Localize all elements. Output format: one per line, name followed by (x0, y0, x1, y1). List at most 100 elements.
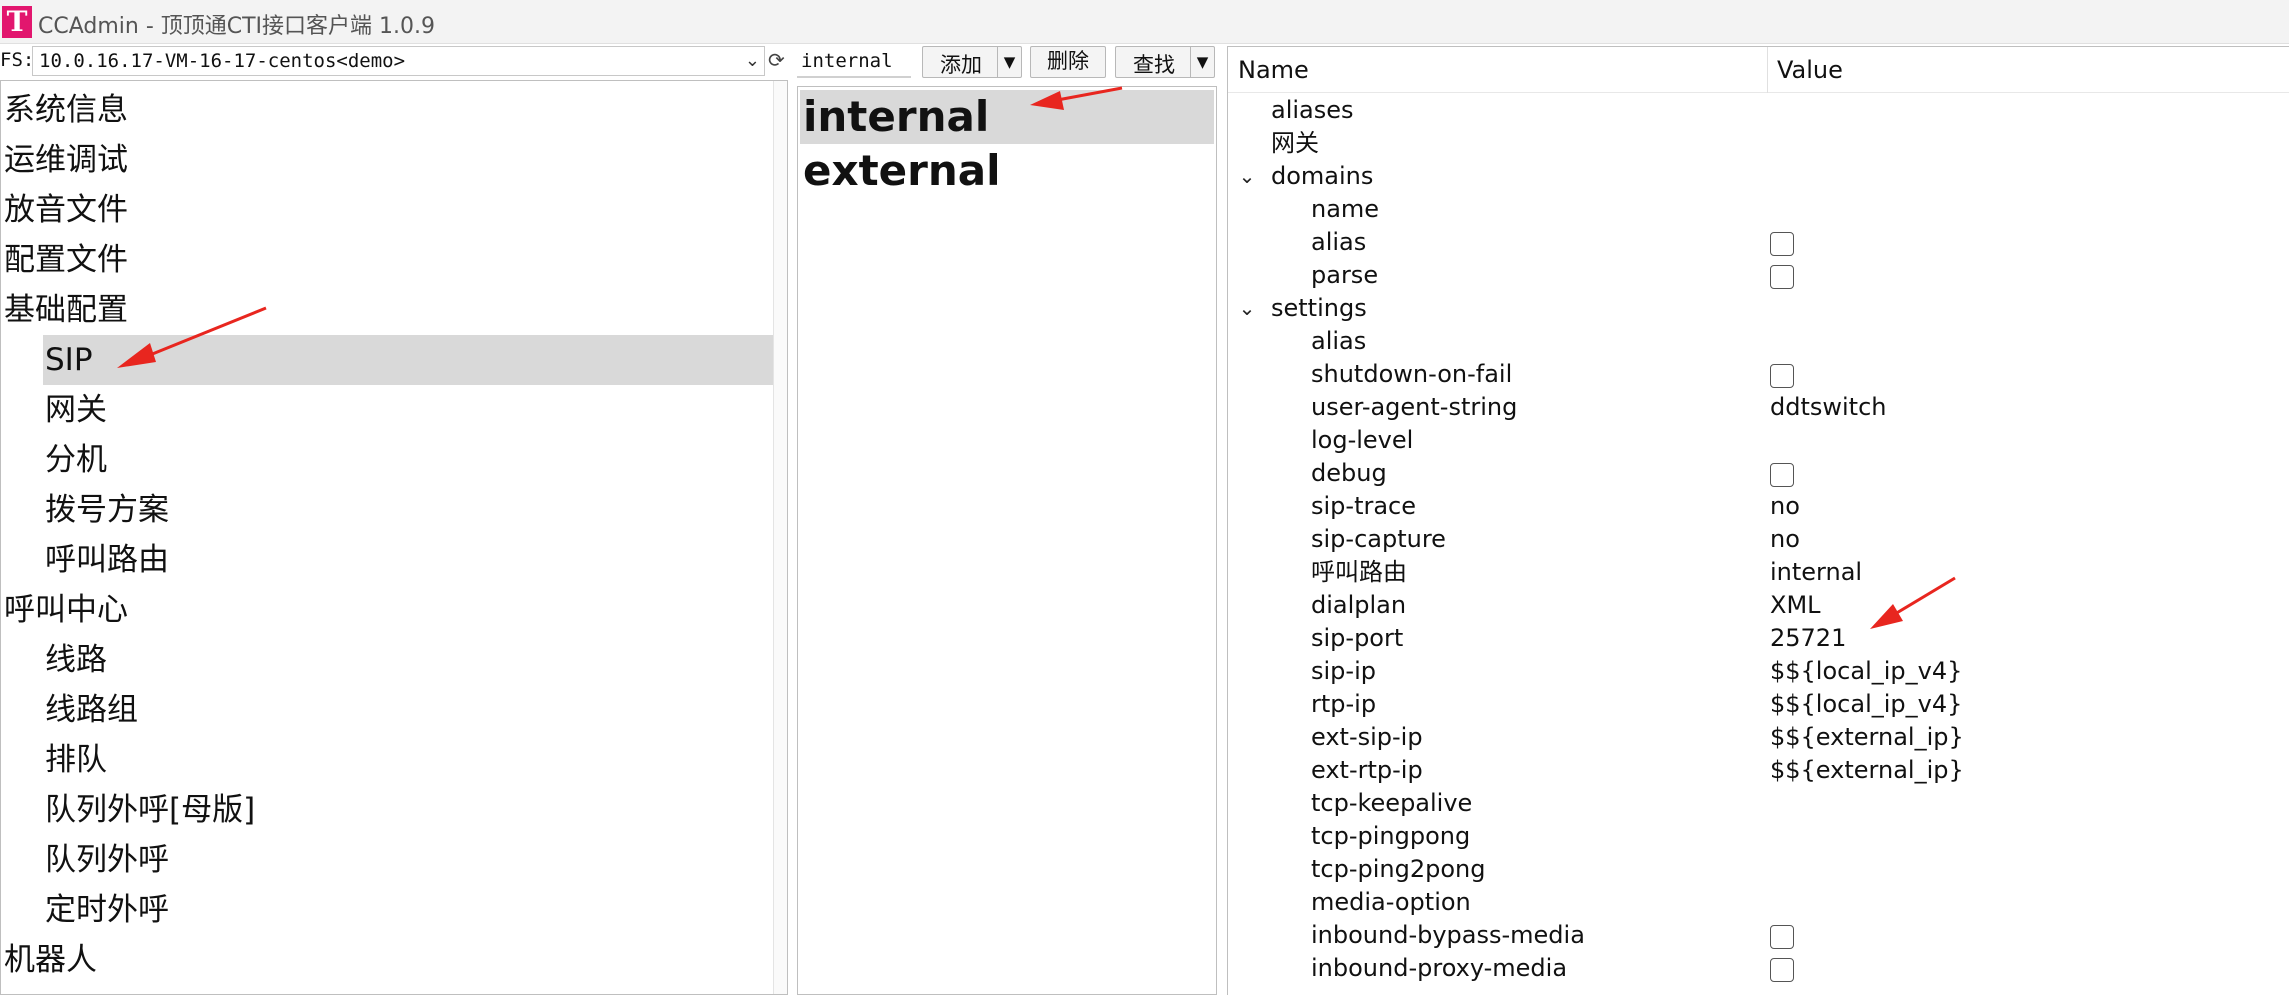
property-name: inbound-proxy-media (1311, 954, 1568, 982)
property-name: log-level (1311, 426, 1414, 454)
tree-item[interactable]: 线路组 (43, 685, 773, 735)
add-button[interactable]: 添加 ▼ (922, 46, 1022, 78)
property-value[interactable]: XML (1770, 589, 1821, 622)
property-grid: Name Value aliases 网关 ⌄ domains name alias par… (1227, 46, 2289, 995)
property-row[interactable]: debug (1228, 457, 2289, 490)
property-checkbox[interactable] (1770, 265, 1794, 289)
property-row[interactable]: tcp-keepalive (1228, 787, 2289, 820)
tree-item[interactable]: 放音文件 (4, 185, 128, 235)
tree-item[interactable]: 排队 (43, 735, 773, 785)
nav-tree: 系统信息 运维调试 放音文件 配置文件 基础配置 SIP 网关 分机 拨号方案 呼叫路由 呼叫中心线… (0, 80, 788, 995)
property-value[interactable]: ddtswitch (1770, 391, 1887, 424)
property-checkbox[interactable] (1770, 364, 1794, 388)
property-checkbox[interactable] (1770, 958, 1794, 982)
property-row[interactable]: alias (1228, 325, 2289, 358)
property-name: shutdown-on-fail (1311, 360, 1513, 388)
property-row[interactable]: sip-trace no (1228, 490, 2289, 523)
find-dropdown-icon[interactable]: ▼ (1190, 47, 1214, 77)
property-row[interactable]: 网关 (1228, 127, 2289, 160)
server-select[interactable]: 10.0.16.17-VM-16-17-centos<demo> ⌄ (32, 46, 765, 76)
property-name: aliases (1271, 96, 1354, 124)
property-row[interactable]: ⌄ settings (1228, 292, 2289, 325)
tree-item[interactable]: 运维调试 (4, 135, 128, 185)
property-row[interactable]: aliases (1228, 94, 2289, 127)
chevron-down-icon[interactable]: ⌄ (1236, 160, 1258, 193)
property-row[interactable]: inbound-proxy-media (1228, 952, 2289, 985)
add-dropdown-icon[interactable]: ▼ (997, 47, 1021, 77)
server-select-value: 10.0.16.17-VM-16-17-centos<demo> (39, 50, 406, 72)
value-column-header[interactable]: Value (1767, 47, 1843, 93)
tree-item[interactable]: 分机 (43, 435, 773, 485)
tree-item[interactable]: 队列外呼 (43, 835, 773, 885)
property-value[interactable]: 25721 (1770, 622, 1846, 655)
property-row[interactable]: shutdown-on-fail (1228, 358, 2289, 391)
app-logo-icon: T (2, 6, 32, 38)
property-name: media-option (1311, 888, 1471, 916)
property-row[interactable]: tcp-ping2pong (1228, 853, 2289, 886)
tree-item[interactable]: 配置文件 (4, 235, 128, 285)
refresh-icon[interactable]: ⟳ (768, 48, 785, 72)
delete-button[interactable]: 删除 (1030, 46, 1106, 78)
property-value[interactable]: $${local_ip_v4} (1770, 688, 1962, 721)
property-checkbox[interactable] (1770, 232, 1794, 256)
tree-item[interactable]: 基础配置 (4, 285, 128, 335)
profile-item[interactable]: external (800, 144, 1214, 198)
tree-item[interactable]: 网关 (43, 385, 773, 435)
property-name: ext-sip-ip (1311, 723, 1423, 751)
property-checkbox[interactable] (1770, 925, 1794, 949)
property-row[interactable]: ext-rtp-ip $${external_ip} (1228, 754, 2289, 787)
title-bar: T CCAdmin - 顶顶通CTI接口客户端 1.0.9 (0, 0, 2289, 44)
tree-item[interactable]: 拨号方案 (43, 485, 773, 535)
property-row[interactable]: rtp-ip $${local_ip_v4} (1228, 688, 2289, 721)
tree-item[interactable]: 系统信息 (4, 85, 128, 135)
property-row[interactable]: alias (1228, 226, 2289, 259)
property-name: tcp-ping2pong (1311, 855, 1486, 883)
property-row[interactable]: dialplan XML (1228, 589, 2289, 622)
tree-item[interactable]: 线路 (43, 635, 773, 685)
property-row[interactable]: media-option (1228, 886, 2289, 919)
property-name: name (1311, 195, 1380, 223)
property-row[interactable]: sip-capture no (1228, 523, 2289, 556)
property-value[interactable]: no (1770, 490, 1800, 523)
property-row[interactable]: inbound-bypass-media (1228, 919, 2289, 952)
property-row[interactable]: ⌄ domains (1228, 160, 2289, 193)
chevron-down-icon: ⌄ (744, 50, 760, 71)
property-value[interactable]: $${external_ip} (1770, 754, 1964, 787)
tree-item[interactable]: 队列外呼[母版] (43, 785, 773, 835)
property-value[interactable]: $${external_ip} (1770, 721, 1964, 754)
property-value[interactable]: $${local_ip_v4} (1770, 655, 1962, 688)
tree-item[interactable]: SIP (43, 335, 773, 385)
profile-list: internal external (797, 86, 1217, 995)
property-name: alias (1311, 327, 1367, 355)
property-name: settings (1271, 294, 1367, 322)
property-row[interactable]: parse (1228, 259, 2289, 292)
property-name: domains (1271, 162, 1374, 190)
property-name: debug (1311, 459, 1387, 487)
property-row[interactable]: 呼叫路由 internal (1228, 556, 2289, 589)
tree-item[interactable]: 定时外呼 (43, 885, 773, 935)
property-name: tcp-pingpong (1311, 822, 1471, 850)
property-row[interactable]: log-level (1228, 424, 2289, 457)
tree-item[interactable]: 呼叫路由 (43, 535, 773, 585)
profile-search-input[interactable] (797, 46, 911, 78)
find-button[interactable]: 查找 ▼ (1115, 46, 1215, 78)
tree-item[interactable]: 呼叫中心 (4, 585, 128, 635)
property-row[interactable]: sip-port 25721 (1228, 622, 2289, 655)
property-name: user-agent-string (1311, 393, 1518, 421)
property-row[interactable]: sip-ip $${local_ip_v4} (1228, 655, 2289, 688)
name-column-header[interactable]: Name (1228, 47, 1309, 93)
property-name: parse (1311, 261, 1379, 289)
property-name: 网关 (1271, 129, 1319, 157)
profile-item[interactable]: internal (800, 90, 1214, 144)
property-checkbox[interactable] (1770, 463, 1794, 487)
property-value[interactable]: internal (1770, 556, 1862, 589)
property-row[interactable]: user-agent-string ddtswitch (1228, 391, 2289, 424)
property-value[interactable]: no (1770, 523, 1800, 556)
chevron-down-icon[interactable]: ⌄ (1236, 292, 1258, 325)
property-row[interactable]: tcp-pingpong (1228, 820, 2289, 853)
tree-item[interactable]: 机器人 (4, 935, 97, 985)
grid-header: Name Value (1228, 47, 2289, 93)
property-row[interactable]: ext-sip-ip $${external_ip} (1228, 721, 2289, 754)
tree-scrollbar[interactable] (773, 81, 787, 994)
property-row[interactable]: name (1228, 193, 2289, 226)
